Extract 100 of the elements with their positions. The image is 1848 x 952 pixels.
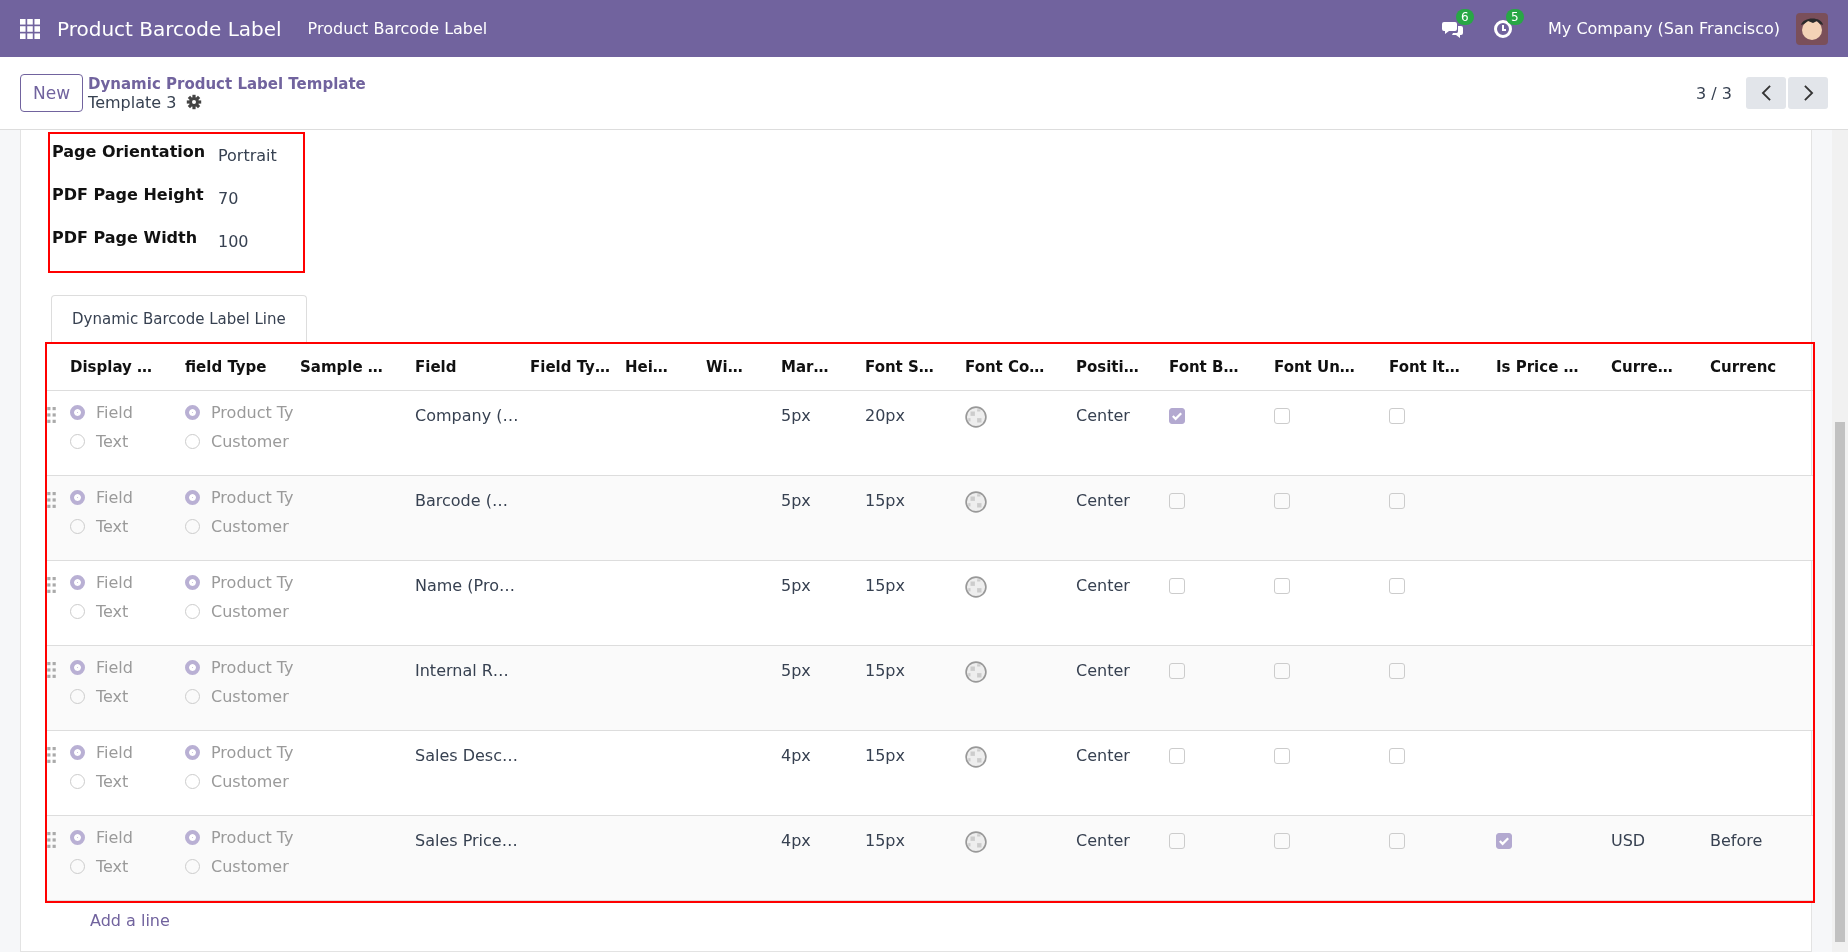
radio-option[interactable]: Product Ty (185, 828, 293, 847)
radio-option[interactable]: Product Ty (185, 573, 293, 592)
radio-option[interactable]: Product Ty (185, 403, 293, 422)
radio-option[interactable]: Field (70, 573, 133, 592)
column-header[interactable]: Field (415, 358, 530, 376)
radio-option[interactable]: Customer (185, 687, 289, 706)
new-button[interactable]: New (20, 74, 84, 112)
table-cell-text: Center (1076, 830, 1131, 850)
checkbox[interactable] (1389, 833, 1405, 849)
field-value[interactable]: 70 (218, 181, 239, 208)
column-header[interactable]: Hei… (625, 358, 706, 376)
drag-handle-icon[interactable] (47, 662, 56, 679)
radio-option[interactable]: Product Ty (185, 488, 293, 507)
table-cell-text: 15px (865, 575, 906, 595)
checkbox[interactable] (1389, 748, 1405, 764)
radio-option[interactable]: Customer (185, 517, 289, 536)
column-header[interactable]: Is Price … (1496, 358, 1611, 376)
radio-option[interactable]: Text (70, 772, 129, 791)
column-header[interactable]: Currenc (1710, 358, 1810, 376)
radio-option[interactable]: Text (70, 517, 129, 536)
table-cell-text: 5px (781, 490, 812, 510)
breadcrumb-link[interactable]: Dynamic Product Label Template (88, 74, 366, 93)
pager-counter[interactable]: 3 / 3 (1696, 83, 1732, 103)
add-line-link[interactable]: Add a line (90, 911, 170, 930)
table-cell-text: Sales Price… (415, 830, 519, 850)
settings-icon[interactable] (186, 94, 203, 110)
column-header[interactable]: Positi… (1076, 358, 1169, 376)
radio-option[interactable]: Field (70, 828, 133, 847)
app-name[interactable]: Product Barcode Label (57, 16, 282, 41)
checkbox[interactable] (1169, 408, 1185, 424)
radio-option[interactable]: Field (70, 403, 133, 422)
company-switcher[interactable]: My Company (San Francisco) (1548, 19, 1780, 38)
radio-option[interactable]: Customer (185, 772, 289, 791)
drag-handle-icon[interactable] (47, 407, 56, 424)
radio-option[interactable]: Text (70, 602, 129, 621)
checkbox[interactable] (1169, 578, 1185, 594)
radio-option[interactable]: Field (70, 658, 133, 677)
radio-option[interactable]: Field (70, 743, 133, 762)
drag-handle-icon[interactable] (47, 832, 56, 849)
checkbox[interactable] (1389, 578, 1405, 594)
column-header[interactable]: Font S… (865, 358, 965, 376)
column-header[interactable]: Font It… (1389, 358, 1496, 376)
column-header[interactable]: field Type (185, 358, 300, 376)
radio-option[interactable]: Text (70, 687, 129, 706)
column-header[interactable]: Wi… (706, 358, 781, 376)
column-header[interactable]: Font Un… (1274, 358, 1389, 376)
checkbox[interactable] (1389, 408, 1405, 424)
scrollbar[interactable] (1832, 130, 1848, 952)
checkbox[interactable] (1389, 493, 1405, 509)
column-header[interactable]: Display … (70, 358, 185, 376)
checkbox[interactable] (1274, 493, 1290, 509)
previous-button[interactable] (1746, 77, 1786, 109)
column-header[interactable]: Font Co… (965, 358, 1076, 376)
checkbox[interactable] (1274, 408, 1290, 424)
drag-handle-icon[interactable] (47, 577, 56, 594)
radio-option[interactable]: Customer (185, 857, 289, 876)
checkbox[interactable] (1169, 493, 1185, 509)
field-value[interactable]: Portrait (218, 138, 277, 165)
radio-option[interactable]: Field (70, 488, 133, 507)
checkbox[interactable] (1496, 833, 1512, 849)
chevron-left-icon (1760, 84, 1772, 102)
drag-handle-icon[interactable] (47, 492, 56, 509)
color-picker-icon[interactable] (965, 746, 987, 768)
field-value[interactable]: 100 (218, 224, 249, 251)
color-picker-icon[interactable] (965, 661, 987, 683)
color-picker-icon[interactable] (965, 576, 987, 598)
table-cell-text: 15px (865, 490, 906, 510)
checkbox[interactable] (1274, 663, 1290, 679)
table-cell-text: Center (1076, 490, 1131, 510)
checkbox[interactable] (1169, 833, 1185, 849)
column-header[interactable]: Font B… (1169, 358, 1274, 376)
radio-option[interactable]: Text (70, 857, 129, 876)
radio-option[interactable]: Product Ty (185, 743, 293, 762)
checkbox[interactable] (1169, 663, 1185, 679)
checkbox[interactable] (1274, 833, 1290, 849)
checkbox[interactable] (1274, 578, 1290, 594)
table-cell-text: 5px (781, 660, 812, 680)
checkbox[interactable] (1274, 748, 1290, 764)
avatar-icon[interactable] (1796, 12, 1828, 45)
column-header[interactable]: Curre… (1611, 358, 1710, 376)
drag-handle-icon[interactable] (47, 747, 56, 764)
checkbox[interactable] (1169, 748, 1185, 764)
apps-menu-icon[interactable] (20, 18, 40, 39)
table-cell-text: 20px (865, 405, 906, 425)
column-header[interactable]: Mar… (781, 358, 865, 376)
column-header[interactable]: Field Ty… (530, 358, 625, 376)
color-picker-icon[interactable] (965, 491, 987, 513)
checkbox[interactable] (1389, 663, 1405, 679)
table-cell-text: 15px (865, 660, 906, 680)
radio-option[interactable]: Customer (185, 432, 289, 451)
notebook-tab[interactable]: Dynamic Barcode Label Line (51, 295, 307, 342)
radio-option[interactable]: Customer (185, 602, 289, 621)
column-header[interactable]: Sample … (300, 358, 415, 376)
color-picker-icon[interactable] (965, 831, 987, 853)
count-badge: 6 (1456, 8, 1474, 25)
radio-option[interactable]: Text (70, 432, 129, 451)
color-picker-icon[interactable] (965, 406, 987, 428)
radio-option[interactable]: Product Ty (185, 658, 293, 677)
next-button[interactable] (1788, 77, 1828, 109)
menu-item[interactable]: Product Barcode Label (307, 19, 488, 38)
